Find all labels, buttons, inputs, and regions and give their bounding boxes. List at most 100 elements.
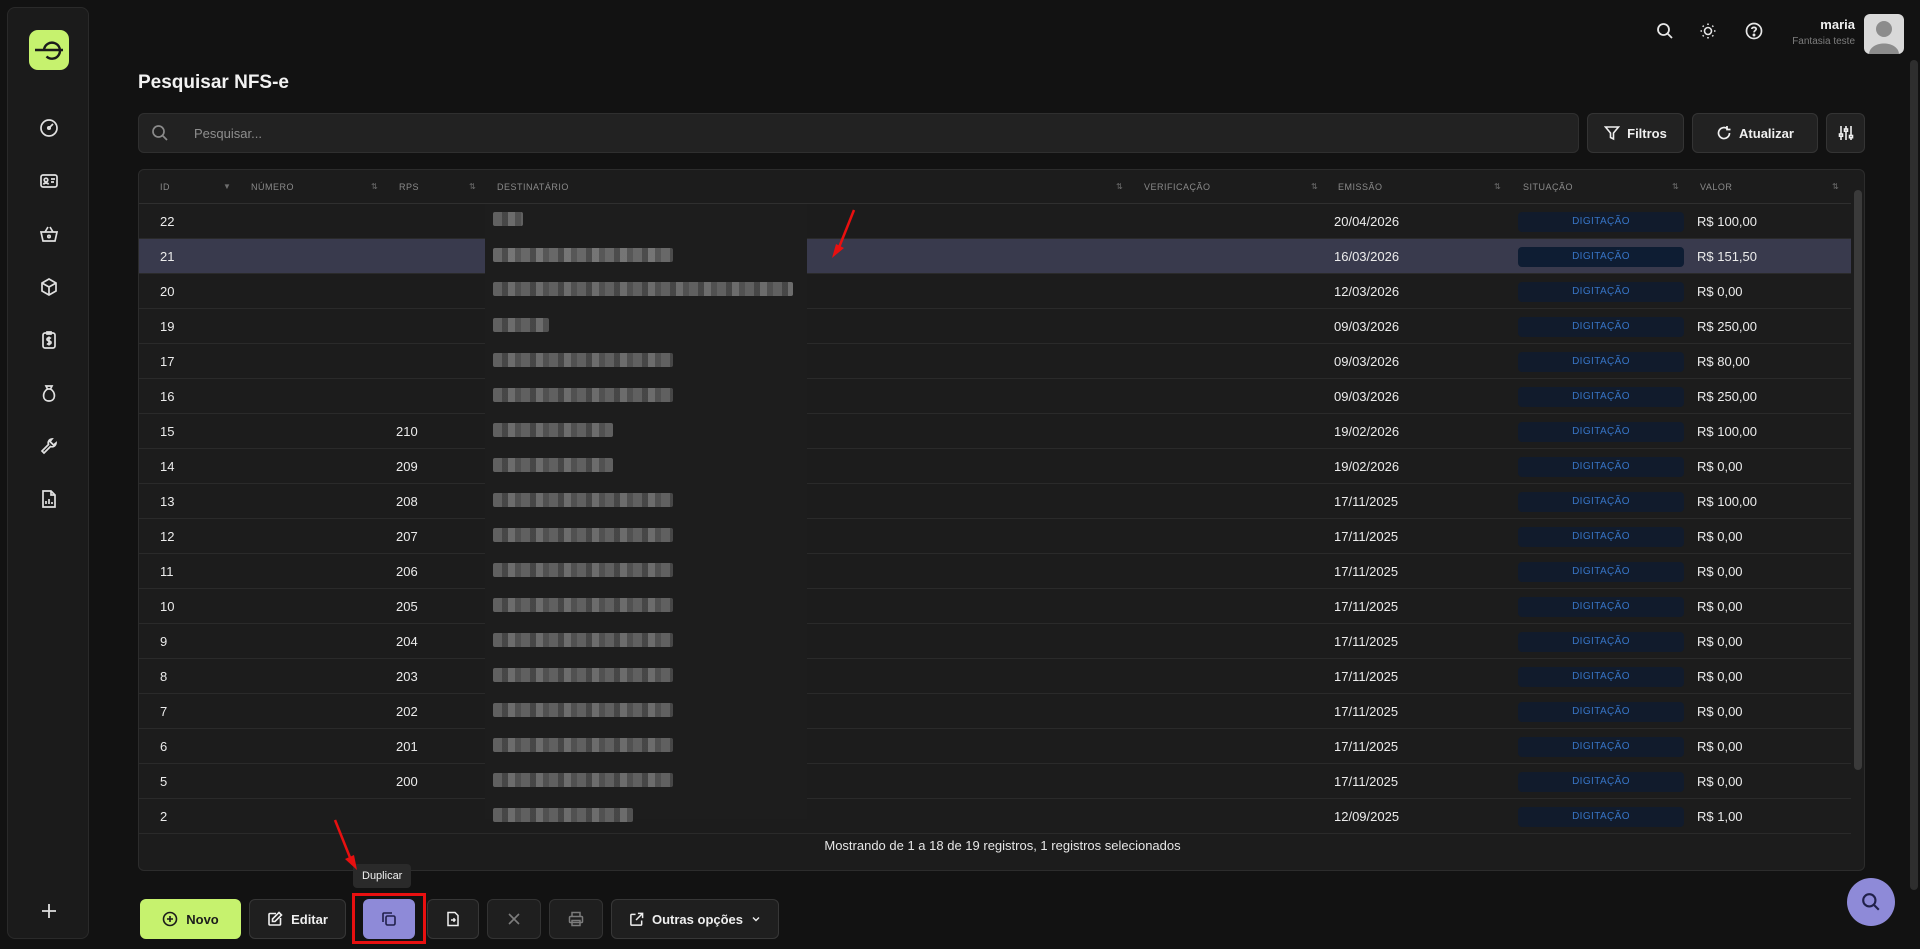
- plus-circle-icon: [162, 911, 178, 927]
- table-row[interactable]: 15 210 19/02/2026 DIGITAÇÃO R$ 100,00: [139, 414, 1851, 449]
- cell-emissao: 12/09/2025: [1334, 809, 1400, 824]
- table-row[interactable]: 11 206 17/11/2025 DIGITAÇÃO R$ 0,00: [139, 554, 1851, 589]
- nfse-table: ID ▼ NÚMERO ⇅ RPS ⇅ DESTINATÁRIO ⇅ VERIF…: [138, 169, 1865, 871]
- cell-rps: 206: [396, 564, 418, 579]
- table-row[interactable]: 16 09/03/2026 DIGITAÇÃO R$ 250,00: [139, 379, 1851, 414]
- other-options-button[interactable]: Outras opções: [611, 899, 779, 939]
- column-header-rps[interactable]: RPS: [399, 170, 419, 204]
- table-row[interactable]: 10 205 17/11/2025 DIGITAÇÃO R$ 0,00: [139, 589, 1851, 624]
- invoice-icon[interactable]: [34, 325, 64, 355]
- page-title: Pesquisar NFS-e: [138, 72, 289, 93]
- sort-icon[interactable]: ⇅: [469, 170, 476, 204]
- redacted-text: [493, 703, 673, 717]
- table-row[interactable]: 9 204 17/11/2025 DIGITAÇÃO R$ 0,00: [139, 624, 1851, 659]
- file-export-icon: [447, 911, 459, 927]
- sun-icon[interactable]: [1695, 18, 1721, 44]
- status-badge: DIGITAÇÃO: [1518, 807, 1684, 827]
- floating-search-button[interactable]: [1847, 878, 1895, 926]
- table-row[interactable]: 21 16/03/2026 DIGITAÇÃO R$ 151,50: [139, 239, 1851, 274]
- new-button[interactable]: Novo: [140, 899, 241, 939]
- table-row[interactable]: 19 09/03/2026 DIGITAÇÃO R$ 250,00: [139, 309, 1851, 344]
- redacted-text: [493, 563, 673, 577]
- table-row[interactable]: 8 203 17/11/2025 DIGITAÇÃO R$ 0,00: [139, 659, 1851, 694]
- status-badge: DIGITAÇÃO: [1518, 317, 1684, 337]
- cell-id: 14: [160, 459, 175, 474]
- sort-icon[interactable]: ⇅: [1494, 170, 1501, 204]
- cell-emissao: 19/02/2026: [1334, 459, 1400, 474]
- cell-rps: 209: [396, 459, 418, 474]
- cell-valor: R$ 250,00: [1697, 319, 1757, 334]
- table-row[interactable]: 13 208 17/11/2025 DIGITAÇÃO R$ 100,00: [139, 484, 1851, 519]
- table-row[interactable]: 17 09/03/2026 DIGITAÇÃO R$ 80,00: [139, 344, 1851, 379]
- table-scrollbar[interactable]: [1854, 190, 1862, 770]
- cell-id: 2: [160, 809, 168, 824]
- sort-icon[interactable]: ⇅: [1832, 170, 1839, 204]
- sort-icon[interactable]: ⇅: [371, 170, 378, 204]
- column-header-numero[interactable]: NÚMERO: [251, 170, 294, 204]
- cell-rps: 205: [396, 599, 418, 614]
- filter-label: Filtros: [1627, 125, 1667, 141]
- table-row[interactable]: 6 201 17/11/2025 DIGITAÇÃO R$ 0,00: [139, 729, 1851, 764]
- column-header-emissao[interactable]: EMISSÃO: [1338, 170, 1383, 204]
- column-header-destinatario[interactable]: DESTINATÁRIO: [497, 170, 569, 204]
- sort-icon[interactable]: ⇅: [1672, 170, 1679, 204]
- filter-button[interactable]: Filtros: [1587, 113, 1684, 153]
- help-icon[interactable]: [1741, 18, 1767, 44]
- edit-label: Editar: [291, 911, 328, 927]
- package-icon[interactable]: [34, 272, 64, 302]
- redacted-text: [493, 388, 673, 402]
- cell-id: 16: [160, 389, 175, 404]
- search-icon[interactable]: [1652, 18, 1678, 44]
- external-link-icon: [630, 912, 644, 926]
- settings-button[interactable]: [1826, 113, 1865, 153]
- redacted-text: [493, 598, 673, 612]
- sort-icon[interactable]: ⇅: [1116, 170, 1123, 204]
- status-badge: DIGITAÇÃO: [1518, 282, 1684, 302]
- avatar[interactable]: [1864, 14, 1904, 54]
- page-scrollbar[interactable]: [1910, 60, 1918, 890]
- plus-icon[interactable]: [34, 896, 64, 926]
- cell-id: 15: [160, 424, 175, 439]
- column-header-situacao[interactable]: SITUAÇÃO: [1523, 170, 1573, 204]
- export-file-button[interactable]: [427, 899, 479, 939]
- column-header-valor[interactable]: VALOR: [1700, 170, 1732, 204]
- table-row[interactable]: 22 20/04/2026 DIGITAÇÃO R$ 100,00: [139, 204, 1851, 239]
- cell-id: 19: [160, 319, 175, 334]
- redacted-text: [493, 212, 523, 226]
- user-subtitle: Fantasia teste: [1792, 36, 1855, 47]
- redacted-text: [493, 458, 613, 472]
- table-row[interactable]: 2 12/09/2025 DIGITAÇÃO R$ 1,00: [139, 799, 1851, 834]
- status-badge: DIGITAÇÃO: [1518, 772, 1684, 792]
- cancel-button[interactable]: [487, 899, 541, 939]
- app-logo[interactable]: [29, 30, 69, 70]
- refresh-button[interactable]: Atualizar: [1692, 113, 1818, 153]
- table-row[interactable]: 12 207 17/11/2025 DIGITAÇÃO R$ 0,00: [139, 519, 1851, 554]
- sort-desc-icon[interactable]: ▼: [223, 170, 231, 204]
- cell-valor: R$ 0,00: [1697, 284, 1743, 299]
- money-bag-icon[interactable]: [34, 378, 64, 408]
- dashboard-icon[interactable]: [34, 113, 64, 143]
- column-header-id[interactable]: ID: [160, 170, 170, 204]
- table-row[interactable]: 14 209 19/02/2026 DIGITAÇÃO R$ 0,00: [139, 449, 1851, 484]
- column-header-verificacao[interactable]: VERIFICAÇÃO: [1144, 170, 1211, 204]
- redacted-text: [493, 773, 673, 787]
- report-icon[interactable]: [34, 484, 64, 514]
- close-icon: [508, 913, 520, 925]
- basket-icon[interactable]: [34, 219, 64, 249]
- wrench-icon[interactable]: [34, 431, 64, 461]
- cell-id: 6: [160, 739, 168, 754]
- other-options-label: Outras opções: [651, 911, 744, 927]
- table-row[interactable]: 20 12/03/2026 DIGITAÇÃO R$ 0,00: [139, 274, 1851, 309]
- id-card-icon[interactable]: [34, 166, 64, 196]
- sort-icon[interactable]: ⇅: [1311, 170, 1318, 204]
- search-input[interactable]: [194, 114, 1564, 152]
- cell-emissao: 17/11/2025: [1334, 529, 1399, 544]
- table-row[interactable]: 5 200 17/11/2025 DIGITAÇÃO R$ 0,00: [139, 764, 1851, 799]
- table-header: ID ▼ NÚMERO ⇅ RPS ⇅ DESTINATÁRIO ⇅ VERIF…: [139, 170, 1851, 204]
- print-button[interactable]: [549, 899, 603, 939]
- search-box: [138, 113, 1579, 153]
- cell-emissao: 09/03/2026: [1334, 389, 1400, 404]
- edit-button[interactable]: Editar: [249, 899, 346, 939]
- table-row[interactable]: 7 202 17/11/2025 DIGITAÇÃO R$ 0,00: [139, 694, 1851, 729]
- cell-id: 13: [160, 494, 175, 509]
